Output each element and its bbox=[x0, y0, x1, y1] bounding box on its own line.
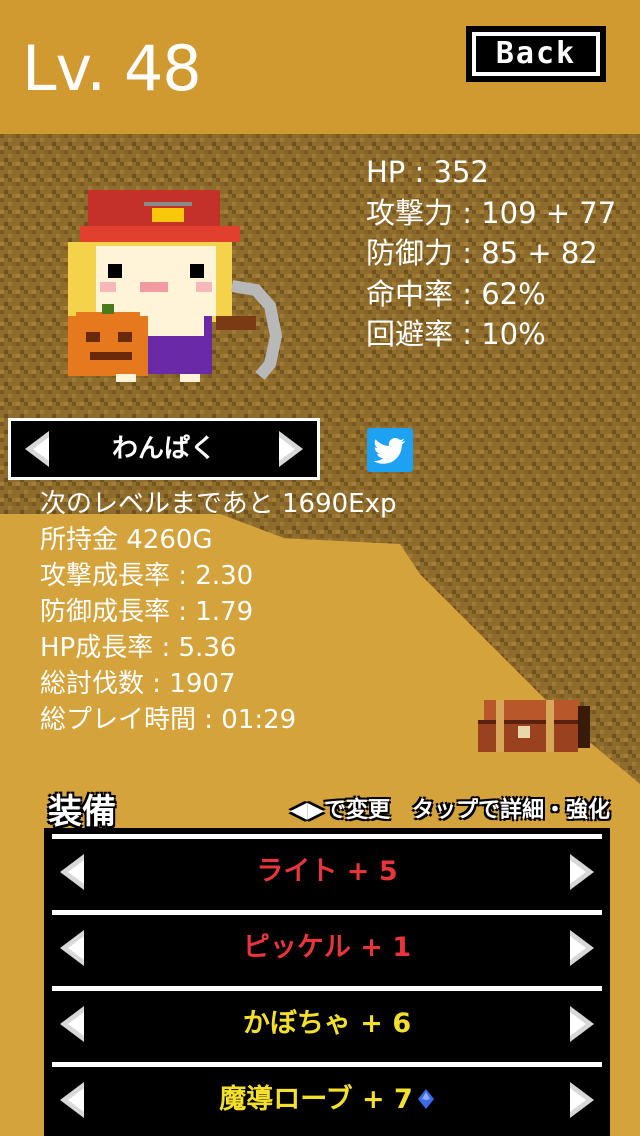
total-kills: 総討伐数 : 1907 bbox=[40, 669, 236, 699]
stat-hp: HP : 352 bbox=[366, 155, 489, 189]
arrow-left-icon[interactable] bbox=[56, 928, 86, 968]
equipment-slot-light[interactable]: ライト + 5 bbox=[44, 828, 610, 904]
player-level: Lv. 48 bbox=[22, 32, 202, 105]
next-level-exp: 次のレベルまであと 1690Exp bbox=[40, 489, 397, 519]
twitter-bird-icon bbox=[373, 438, 406, 464]
equipment-slot-pumpkin[interactable]: かぼちゃ + 6 bbox=[44, 980, 610, 1056]
arrow-left-icon[interactable] bbox=[56, 1080, 86, 1120]
arrow-right-icon[interactable] bbox=[568, 1004, 598, 1044]
stat-attack: 攻撃力 : 109 + 77 bbox=[366, 195, 617, 230]
twitter-share-button[interactable] bbox=[367, 428, 413, 472]
play-time: 総プレイ時間 : 01:29 bbox=[40, 705, 297, 735]
equipment-hint: ◀▶で変更 タップで詳細・強化 bbox=[290, 798, 610, 823]
stat-accuracy: 命中率 : 62% bbox=[366, 276, 546, 311]
player-info: 次のレベルまであと 1690Exp 所持金 4260G 攻撃成長率 : 2.30… bbox=[40, 486, 397, 738]
stats-panel: HP : 352 攻撃力 : 109 + 77 防御力 : 85 + 82 命中… bbox=[366, 152, 626, 355]
arrow-right-icon[interactable] bbox=[277, 429, 307, 469]
equipment-list: ライト + 5 ピッケル + 1 かぼちゃ + 6 魔導ローブ + 7 bbox=[44, 828, 610, 1136]
equipment-label: かぼちゃ + 6 bbox=[242, 1008, 412, 1039]
miner-girl-sprite bbox=[68, 190, 283, 382]
equipment-label: ピッケル + 1 bbox=[242, 932, 412, 963]
back-button[interactable]: Back bbox=[466, 26, 606, 82]
stat-evasion: 回避率 : 10% bbox=[366, 317, 546, 351]
stat-defense: 防御力 : 85 + 82 bbox=[366, 236, 598, 270]
character-name-selector: わんぱく bbox=[8, 418, 320, 480]
arrow-left-icon[interactable] bbox=[56, 1004, 86, 1044]
hp-growth: HP成長率 : 5.36 bbox=[40, 633, 237, 663]
treasure-chest-icon[interactable] bbox=[474, 692, 594, 756]
defense-growth: 防御成長率 : 1.79 bbox=[40, 597, 254, 627]
equipment-title: 装備 bbox=[48, 792, 116, 832]
attack-growth: 攻撃成長率 : 2.30 bbox=[40, 561, 254, 591]
equipment-slot-robe[interactable]: 魔導ローブ + 7 bbox=[44, 1056, 610, 1132]
arrow-left-icon[interactable] bbox=[21, 429, 51, 469]
header-bar: Lv. 48 Back bbox=[0, 0, 640, 134]
arrow-right-icon[interactable] bbox=[568, 928, 598, 968]
arrow-left-icon[interactable] bbox=[56, 852, 86, 892]
back-button-label: Back bbox=[476, 36, 596, 72]
equipment-slot-pickaxe[interactable]: ピッケル + 1 bbox=[44, 904, 610, 980]
equipment-label: 魔導ローブ + 7 bbox=[219, 1084, 413, 1115]
arrow-right-icon[interactable] bbox=[568, 1080, 598, 1120]
money: 所持金 4260G bbox=[40, 525, 213, 555]
equipment-label: ライト + 5 bbox=[256, 856, 398, 887]
blue-gem-icon bbox=[417, 1089, 434, 1109]
arrow-right-icon[interactable] bbox=[568, 852, 598, 892]
character-name: わんぱく bbox=[111, 434, 216, 464]
